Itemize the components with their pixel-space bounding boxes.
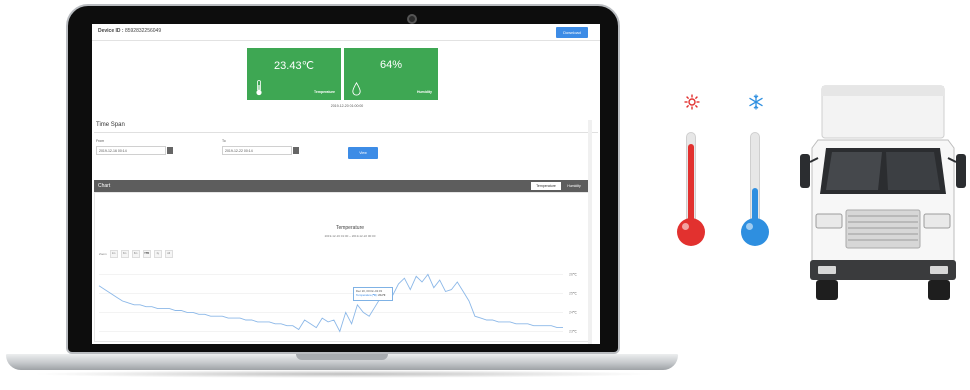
device-id-value: 8592832256049 [124,28,162,34]
humidity-value: 64% [379,59,403,71]
temperature-card: 23.43℃ Temperature [247,48,341,100]
droplet-icon [352,82,361,96]
temperature-label: Temperature [314,90,335,94]
y-tick-label: 26℃ [569,273,578,277]
temperature-line-chart[interactable]: 26℃ 25℃ 24℃ 23℃ [95,193,588,341]
chart-header: Chart Temperature Humidity [94,180,589,192]
device-id: Device ID : 8592832256049 [98,28,161,34]
from-label: From [96,139,105,143]
scrollbar[interactable] [588,120,592,344]
hot-thermometer [672,94,712,258]
cold-thermometer [736,94,776,258]
thermometer-icon [256,80,262,96]
tooltip-series: Temperature(℃): [356,293,378,297]
time-span-title: Time Span [96,122,125,128]
view-button[interactable]: View [348,147,378,159]
thermometer-bulb-hot [677,218,705,246]
top-bar: Device ID : 8592832256049 Download [92,24,600,41]
app-screen: Device ID : 8592832256049 Download 23.43… [92,24,600,344]
temperature-value: 23.43℃ [274,60,314,72]
snowflake-icon [749,94,763,110]
download-button[interactable]: Download [556,27,588,38]
thermometer-fill-hot [688,144,694,224]
series-line-temperature[interactable] [98,273,563,333]
humidity-label: Humidity [417,90,432,94]
to-label: To [222,139,226,143]
tooltip-row: Temperature(℃): 24.70 [356,293,390,297]
calendar-icon[interactable] [293,147,299,154]
chart-area: Temperature 2019-12-16 01:00 ~ 2019-12-2… [94,192,589,342]
tab-humidity[interactable]: Humidity [563,182,585,190]
y-tick-label: 24℃ [569,311,578,315]
chart-panel-title: Chart [98,183,111,189]
laptop: Device ID : 8592832256049 Download 23.43… [0,0,700,390]
sun-icon [684,94,700,110]
truck-image [800,85,966,300]
tooltip-value: 24.70 [378,293,386,297]
chart-tooltip: Dec 20, 00:02~02:03 Temperature(℃): 24.7… [353,287,393,301]
webcam-icon [407,14,417,24]
divider [94,132,598,133]
thermometer-bulb-cold [741,218,769,246]
y-tick-label: 25℃ [569,292,578,296]
to-date-input[interactable]: 2019-12-22 00:14 [222,146,292,155]
reading-timestamp: 2019-12-20 01:00:00 [330,104,364,108]
device-id-label: Device ID : [98,28,124,34]
laptop-shadow [30,370,656,378]
humidity-card: 64% Humidity [344,48,438,100]
from-date-input[interactable]: 2019-12-16 00:14 [96,146,166,155]
laptop-notch [296,354,388,360]
calendar-icon[interactable] [167,147,173,154]
tab-temperature[interactable]: Temperature [531,182,561,190]
y-tick-label: 23℃ [569,330,578,334]
